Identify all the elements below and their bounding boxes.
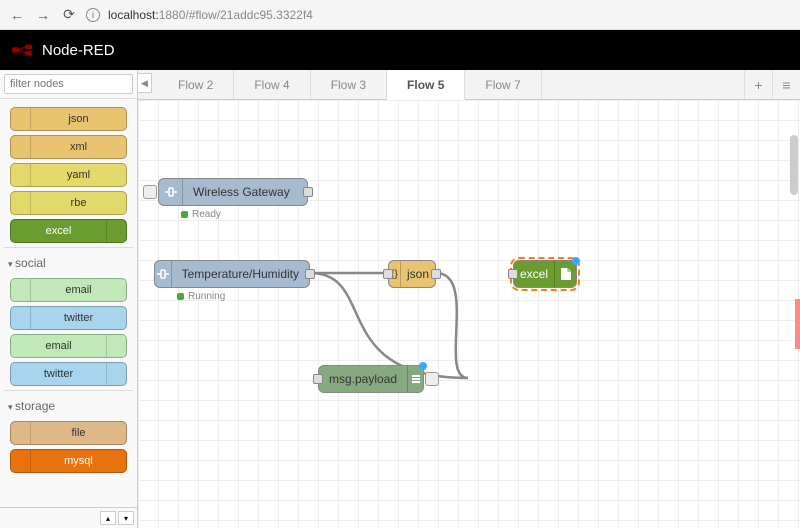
inject-button[interactable] — [143, 185, 157, 199]
node-type-icon — [11, 279, 31, 301]
node-type-icon — [11, 307, 31, 329]
palette-node-email[interactable]: email — [10, 278, 127, 302]
site-info-icon[interactable]: i — [86, 8, 100, 22]
palette-search — [0, 70, 137, 99]
input-port[interactable] — [383, 269, 393, 279]
add-tab-button[interactable]: + — [744, 70, 772, 99]
input-port[interactable] — [508, 269, 518, 279]
node-type-icon — [106, 363, 126, 385]
debug-toggle-button[interactable] — [425, 372, 439, 386]
node-type-icon — [106, 220, 126, 242]
node-status: Running — [177, 291, 225, 302]
wires-layer — [138, 100, 800, 528]
status-dot-icon — [177, 293, 184, 300]
node-label: Temperature/Humidity — [172, 267, 309, 281]
node-red-logo-icon — [12, 44, 34, 56]
palette-node-mysql[interactable]: mysql — [10, 449, 127, 473]
url-port: 1880 — [159, 8, 186, 22]
address-bar[interactable]: localhost:1880/#flow/21addc95.3322f4 — [108, 8, 313, 22]
right-panel-handle[interactable] — [795, 299, 800, 349]
forward-button[interactable]: → — [34, 6, 52, 24]
palette-sidebar: json xml yaml rbe excel social email twitter e… — [0, 70, 138, 528]
changed-indicator-icon — [572, 257, 580, 265]
palette-node-json[interactable]: json — [10, 107, 127, 131]
palette-collapse-down-button[interactable]: ▾ — [118, 511, 134, 525]
node-temperature-humidity[interactable]: Temperature/Humidity Running — [154, 260, 310, 288]
output-port[interactable] — [303, 187, 313, 197]
palette-node-label: twitter — [11, 368, 106, 380]
tab-flow-7[interactable]: Flow 7 — [465, 70, 541, 99]
node-type-icon — [11, 136, 31, 158]
node-type-icon — [11, 164, 31, 186]
changed-indicator-icon — [419, 362, 427, 370]
node-label: Wireless Gateway — [183, 185, 300, 199]
node-type-icon — [106, 335, 126, 357]
tab-list-button[interactable]: ≡ — [772, 70, 800, 99]
palette-node-label: email — [31, 284, 126, 296]
input-port[interactable] — [313, 374, 323, 384]
palette-node-label: json — [31, 113, 126, 125]
palette-node-file[interactable]: file — [10, 421, 127, 445]
palette-node-yaml[interactable]: yaml — [10, 163, 127, 187]
scrollbar-vertical[interactable] — [790, 135, 798, 195]
palette-footer: ▴ ▾ — [0, 507, 137, 528]
back-button[interactable]: ← — [8, 6, 26, 24]
node-type-icon — [11, 108, 31, 130]
node-type-icon — [11, 450, 31, 472]
palette-node-rbe[interactable]: rbe — [10, 191, 127, 215]
palette-node-label: email — [11, 340, 106, 352]
palette-node-label: yaml — [31, 169, 126, 181]
palette-node-xml[interactable]: xml — [10, 135, 127, 159]
reload-button[interactable]: ⟳ — [60, 6, 78, 24]
tab-flow-2[interactable]: Flow 2 — [158, 70, 234, 99]
flow-canvas[interactable]: Wireless Gateway Ready Temperature/Humid… — [138, 100, 800, 528]
app-header: Node-RED — [0, 30, 800, 70]
inject-icon — [159, 179, 183, 205]
palette-node-label: file — [31, 427, 126, 439]
node-label: json — [401, 267, 435, 281]
file-icon — [554, 261, 576, 287]
node-type-icon — [11, 422, 31, 444]
palette-collapse-up-button[interactable]: ▴ — [100, 511, 116, 525]
node-type-icon — [11, 192, 31, 214]
sidebar-collapse-button[interactable]: ◀ — [138, 73, 152, 93]
node-wireless-gateway[interactable]: Wireless Gateway Ready — [158, 178, 308, 206]
node-json[interactable]: {} json — [388, 260, 436, 288]
filter-nodes-input[interactable] — [4, 74, 133, 94]
node-status: Ready — [181, 209, 221, 220]
status-dot-icon — [181, 211, 188, 218]
app-title: Node-RED — [42, 42, 115, 59]
palette-node-twitter[interactable]: twitter — [10, 306, 127, 330]
category-storage[interactable]: storage — [4, 390, 133, 417]
inject-icon — [155, 261, 172, 287]
category-social[interactable]: social — [4, 247, 133, 274]
node-debug[interactable]: msg.payload — [318, 365, 424, 393]
node-excel[interactable]: excel — [513, 260, 577, 288]
tab-flow-3[interactable]: Flow 3 — [311, 70, 387, 99]
palette-list[interactable]: json xml yaml rbe excel social email twitter e… — [0, 99, 137, 507]
palette-node-label: xml — [31, 141, 126, 153]
palette-node-label: excel — [11, 225, 106, 237]
node-label: excel — [514, 267, 554, 281]
debug-icon — [407, 366, 423, 392]
palette-node-label: rbe — [31, 197, 126, 209]
tab-flow-4[interactable]: Flow 4 — [234, 70, 310, 99]
palette-node-twitter[interactable]: twitter — [10, 362, 127, 386]
palette-node-excel[interactable]: excel — [10, 219, 127, 243]
browser-toolbar: ← → ⟳ i localhost:1880/#flow/21addc95.33… — [0, 0, 800, 30]
palette-node-label: mysql — [31, 455, 126, 467]
workspace: ◀ Flow 2Flow 4Flow 3Flow 5Flow 7 + ≡ Wir… — [138, 70, 800, 528]
url-path: /#flow/21addc95.3322f4 — [185, 8, 312, 22]
output-port[interactable] — [431, 269, 441, 279]
palette-node-label: twitter — [31, 312, 126, 324]
node-label: msg.payload — [319, 372, 407, 386]
tab-bar: Flow 2Flow 4Flow 3Flow 5Flow 7 + ≡ — [138, 70, 800, 100]
tab-flow-5[interactable]: Flow 5 — [387, 70, 465, 100]
output-port[interactable] — [305, 269, 315, 279]
url-host: localhost: — [108, 8, 159, 22]
palette-node-email[interactable]: email — [10, 334, 127, 358]
